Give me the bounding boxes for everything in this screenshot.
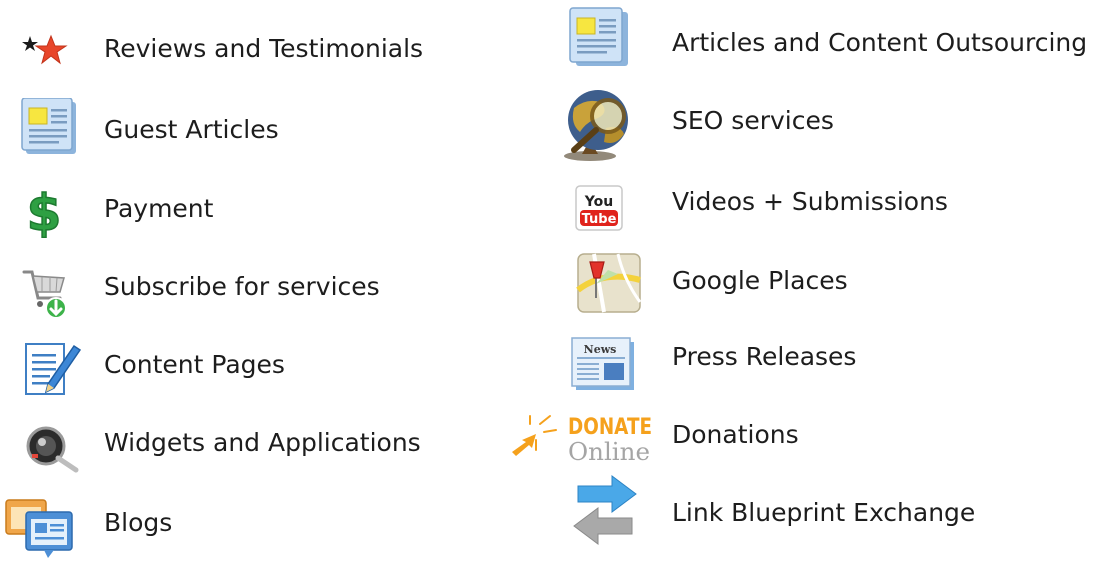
menu-item-guest-articles[interactable]: Guest Articles bbox=[18, 98, 448, 158]
youtube-icon-text-bottom: Tube bbox=[582, 212, 617, 227]
menu-item-blogs[interactable]: Blogs bbox=[4, 494, 434, 558]
star-rating-icon bbox=[18, 30, 70, 70]
menu-item-label: Press Releases bbox=[672, 342, 857, 371]
menu-item-widgets-applications[interactable]: Widgets and Applications bbox=[18, 414, 448, 474]
exchange-arrows-icon bbox=[568, 474, 642, 548]
menu-item-google-places[interactable]: Google Places bbox=[574, 250, 1104, 313]
menu-item-label: Link Blueprint Exchange bbox=[672, 498, 976, 527]
menu-item-link-blueprint-exchange[interactable]: Link Blueprint Exchange bbox=[568, 474, 1104, 545]
article-icon bbox=[20, 98, 84, 160]
menu-item-label: Google Places bbox=[672, 266, 848, 295]
blog-windows-icon bbox=[4, 496, 84, 560]
youtube-icon-text-top: You bbox=[584, 194, 613, 210]
menu-item-label: Reviews and Testimonials bbox=[104, 34, 424, 63]
donate-online-icon: DONATE Online bbox=[506, 406, 656, 468]
menu-item-label: Payment bbox=[104, 194, 214, 223]
menu-item-videos-submissions[interactable]: You Tube Videos + Submissions bbox=[574, 182, 1104, 242]
donate-icon-text-top: DONATE bbox=[568, 415, 652, 440]
globe-magnifier-icon bbox=[560, 88, 640, 164]
menu-item-payment[interactable]: $ Payment bbox=[18, 180, 448, 240]
magnifier-gadget-icon bbox=[24, 424, 84, 474]
article-icon bbox=[568, 6, 632, 70]
menu-item-label: Articles and Content Outsourcing bbox=[672, 28, 1088, 57]
menu-item-seo-services[interactable]: SEO services bbox=[560, 88, 1100, 161]
menu-item-label: Blogs bbox=[104, 508, 173, 537]
svg-text:$: $ bbox=[27, 186, 62, 238]
dollar-sign-icon: $ bbox=[18, 186, 70, 238]
menu-item-label: Guest Articles bbox=[104, 115, 279, 144]
menu-item-label: Widgets and Applications bbox=[104, 428, 421, 457]
menu-item-label: Content Pages bbox=[104, 350, 285, 379]
menu-item-label: SEO services bbox=[672, 106, 834, 135]
youtube-icon: You Tube bbox=[574, 182, 626, 234]
menu-item-donations[interactable]: DONATE Online Donations bbox=[506, 406, 1106, 466]
donate-icon-text-bottom: Online bbox=[568, 438, 650, 466]
newspaper-icon-text: News bbox=[584, 343, 617, 356]
shopping-cart-icon bbox=[22, 264, 72, 320]
menu-item-content-pages[interactable]: Content Pages bbox=[18, 336, 448, 396]
newspaper-icon: News bbox=[570, 334, 636, 392]
edit-document-icon bbox=[22, 340, 84, 398]
menu-item-articles-outsourcing[interactable]: Articles and Content Outsourcing bbox=[568, 6, 1108, 66]
menu-item-label: Donations bbox=[672, 420, 799, 449]
menu-item-subscribe[interactable]: Subscribe for services bbox=[18, 258, 448, 320]
menu-item-reviews-testimonials[interactable]: Reviews and Testimonials bbox=[18, 22, 448, 82]
menu-item-label: Subscribe for services bbox=[104, 272, 380, 301]
menu-item-label: Videos + Submissions bbox=[672, 187, 948, 216]
map-pin-icon bbox=[574, 250, 644, 316]
menu-item-press-releases[interactable]: News Press Releases bbox=[570, 330, 1100, 390]
